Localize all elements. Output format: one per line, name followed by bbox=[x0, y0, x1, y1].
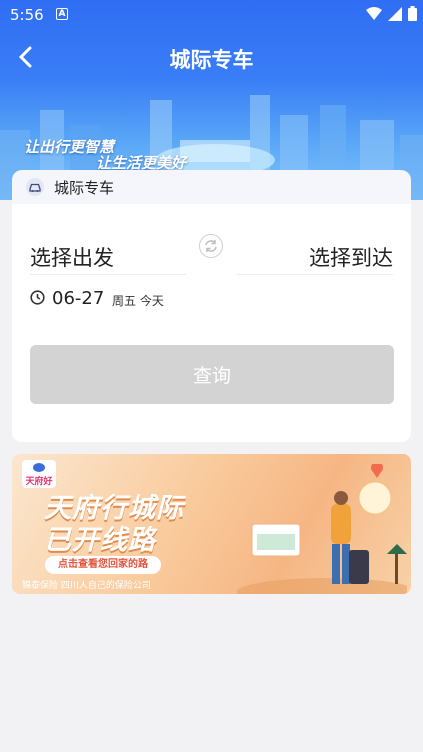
weekday-label: 周五 今天 bbox=[112, 294, 164, 308]
clock-icon bbox=[30, 290, 45, 305]
banner-cta-button[interactable]: 点击查看您回家的路 bbox=[45, 556, 161, 574]
traveler-illustration bbox=[237, 464, 407, 594]
query-button[interactable]: 查询 bbox=[30, 345, 394, 404]
wifi-icon bbox=[366, 6, 382, 20]
car-icon bbox=[26, 178, 44, 196]
destination-selector[interactable]: 选择到达 bbox=[309, 242, 393, 272]
swap-icon bbox=[205, 240, 217, 252]
page-title: 城际专车 bbox=[169, 48, 254, 72]
swap-button[interactable] bbox=[199, 234, 223, 258]
departure-underline bbox=[30, 274, 186, 275]
departure-selector[interactable]: 选择出发 bbox=[30, 242, 114, 272]
service-tab[interactable]: 城际专车 bbox=[12, 170, 411, 204]
banner-footer: 锦泰保险 四川人自己的保险公司 bbox=[22, 581, 151, 591]
tab-label: 城际专车 bbox=[54, 179, 115, 197]
banner-title-line-2: 已开线路 bbox=[44, 525, 156, 556]
battery-icon bbox=[408, 6, 417, 21]
status-time: 5:56 bbox=[10, 6, 44, 24]
brand-logo: 天府好 bbox=[22, 460, 56, 488]
notification-icon: A bbox=[56, 8, 68, 20]
booking-card: 选择出发 选择到达 06-27 周五 今天 查询 bbox=[12, 204, 411, 442]
destination-underline bbox=[237, 274, 393, 275]
promo-banner[interactable]: 天府好 天府行城际 已开线路 点击查看您回家的路 锦泰保险 四川人自己的保险公司 bbox=[12, 454, 411, 594]
date-selector[interactable]: 06-27 bbox=[52, 288, 104, 309]
signal-icon bbox=[388, 6, 402, 21]
